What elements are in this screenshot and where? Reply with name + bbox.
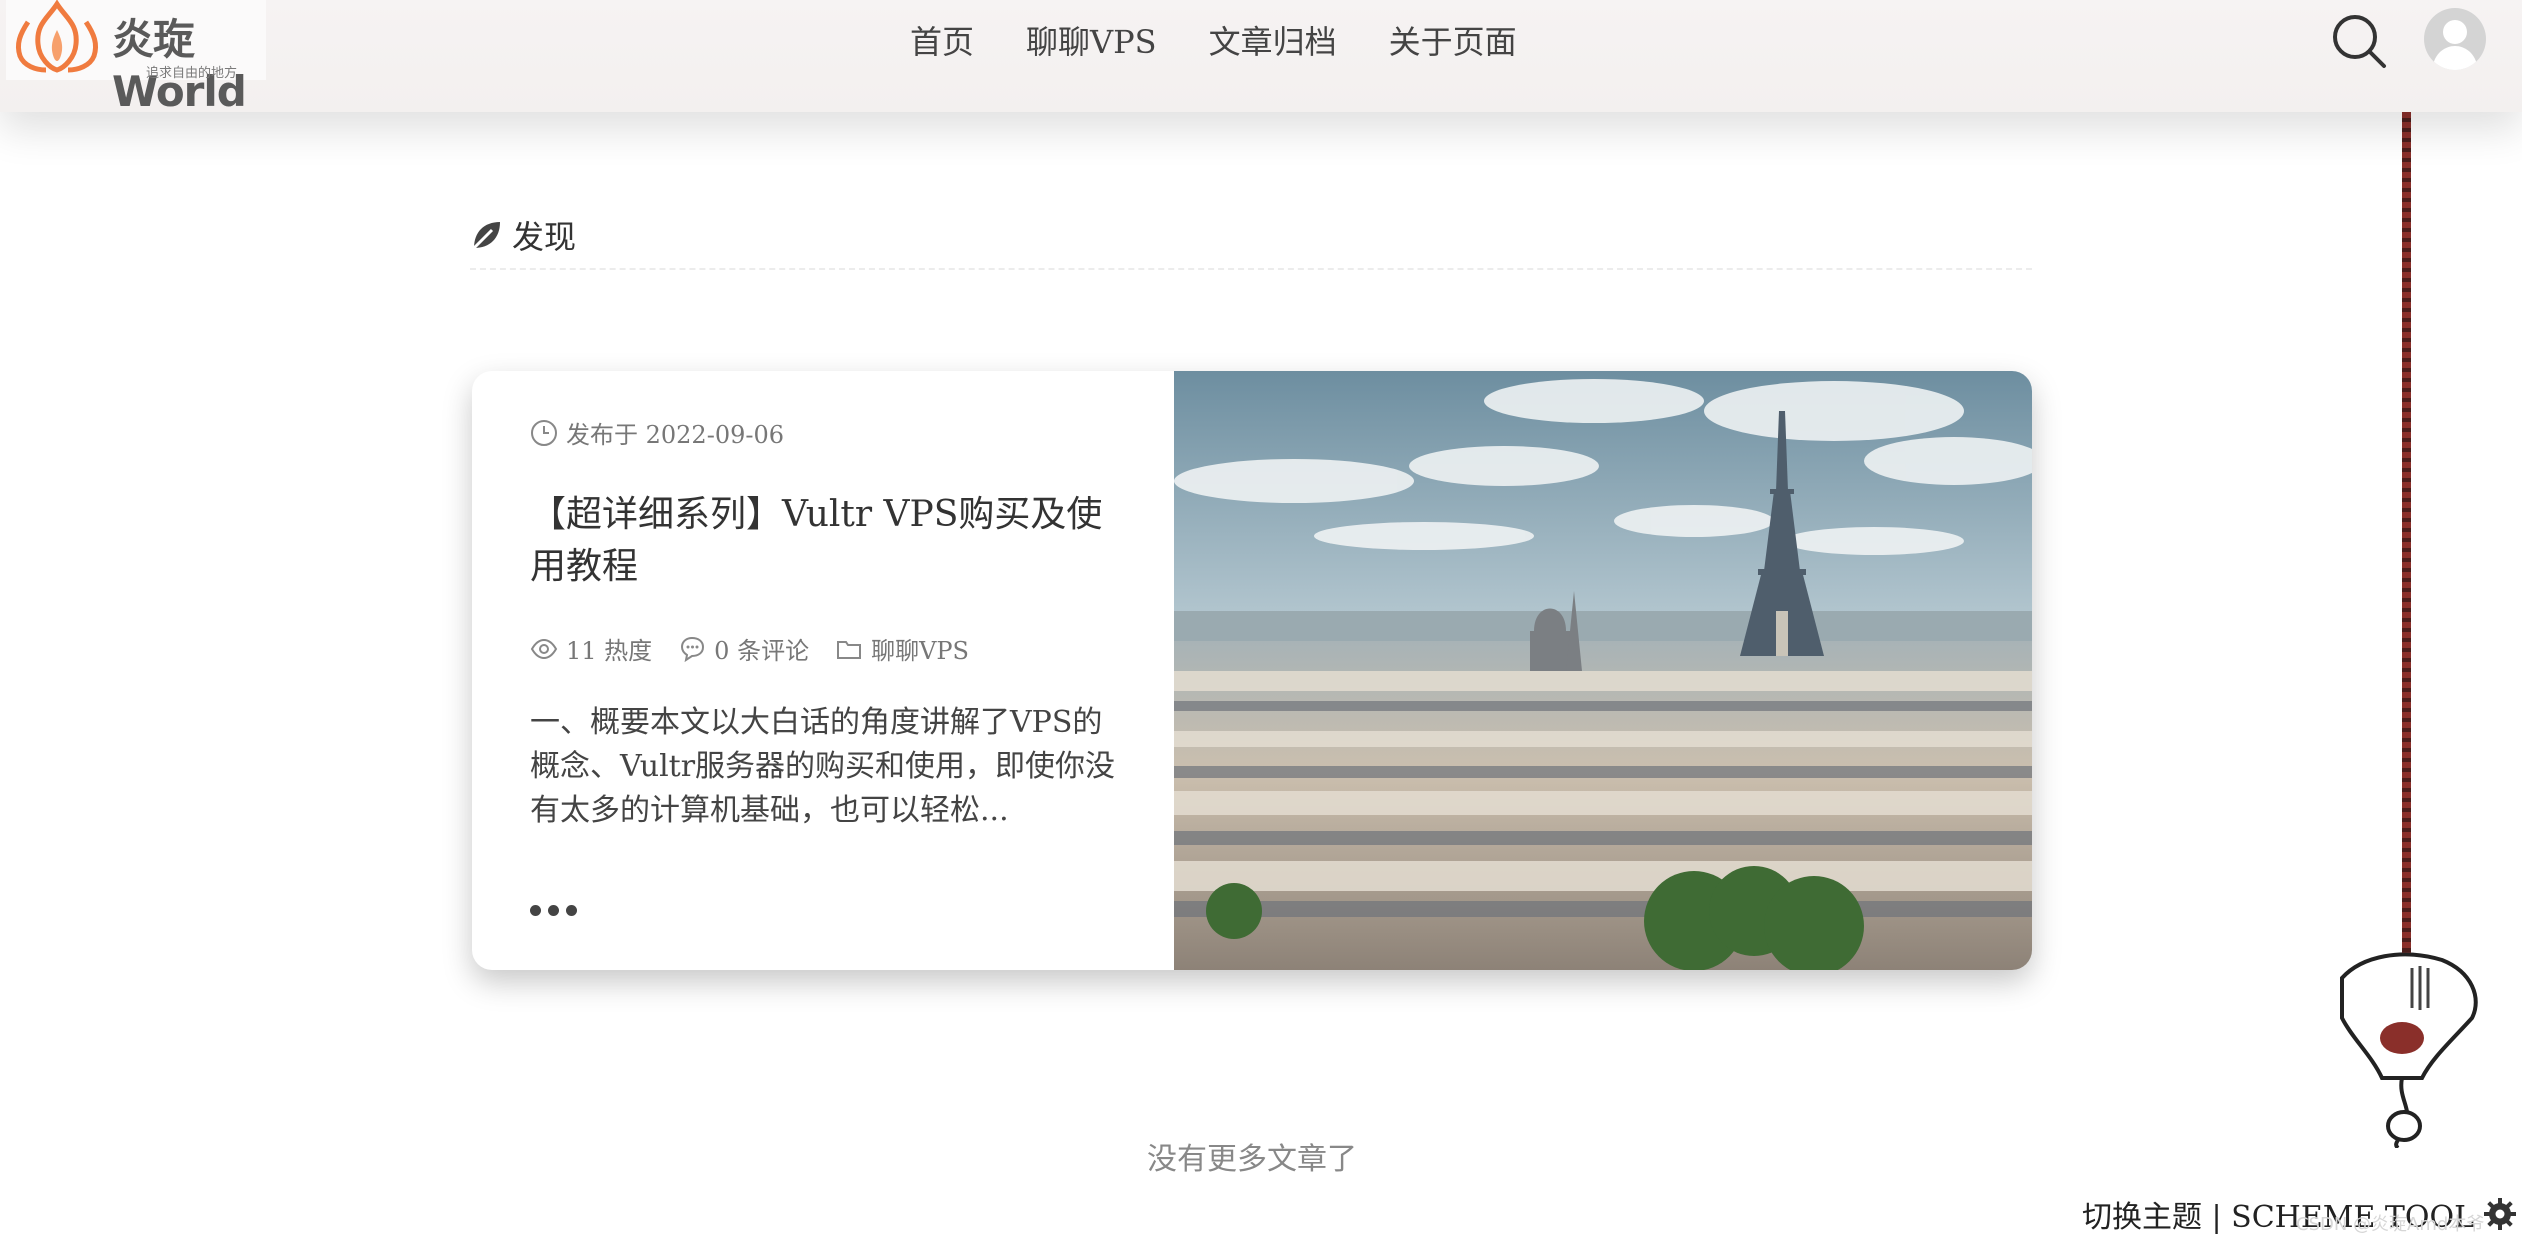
logo-slogan: 追求自由的地方 (146, 66, 238, 81)
post-card[interactable]: 发布于 2022-09-06 【超详细系列】Vultr VPS购买及使用教程 1… (472, 371, 2032, 970)
post-comments[interactable]: 0 条评论 (678, 631, 809, 666)
post-views-text: 11 热度 (566, 637, 653, 665)
post-date: 发布于 2022-09-06 (530, 415, 784, 450)
post-category[interactable]: 聊聊VPS (835, 631, 969, 666)
gear-icon (2484, 1198, 2517, 1230)
post-card-content: 发布于 2022-09-06 【超详细系列】Vultr VPS购买及使用教程 1… (472, 371, 1174, 970)
leaf-icon (472, 222, 500, 250)
comment-icon (681, 636, 705, 662)
back-to-top-cat-icon[interactable] (2332, 948, 2482, 1148)
clock-icon (531, 419, 557, 446)
flame-logo-icon (15, 0, 99, 73)
more-dot (530, 905, 541, 916)
nav-item-vps[interactable]: 聊聊VPS (1026, 18, 1157, 66)
nav-item-archive[interactable]: 文章归档 (1209, 18, 1337, 66)
nav-item-home[interactable]: 首页 (910, 18, 974, 66)
section-header: 发现 (470, 210, 2032, 270)
post-views: 11 热度 (530, 631, 652, 666)
main-nav: 首页 聊聊VPS 文章归档 关于页面 (910, 18, 1517, 66)
more-button[interactable] (530, 905, 577, 916)
nav-item-about[interactable]: 关于页面 (1389, 18, 1517, 66)
more-dot (566, 905, 577, 916)
watermark-text: CSDN @炎琁Amd本爷 (2296, 1214, 2485, 1235)
post-category-text: 聊聊VPS (871, 637, 969, 665)
eye-icon (530, 638, 558, 659)
post-cover-image[interactable] (1174, 371, 2032, 970)
post-stats: 11 热度 0 条评论 聊聊VPS (530, 631, 969, 666)
no-more-posts: 没有更多文章了 (1147, 1142, 1357, 1177)
post-title[interactable]: 【超详细系列】Vultr VPS购买及使用教程 (530, 489, 1130, 593)
user-avatar-icon[interactable] (2424, 8, 2486, 70)
more-dot (548, 905, 559, 916)
post-comments-text: 0 条评论 (714, 637, 810, 665)
search-icon[interactable] (2330, 12, 2388, 70)
post-date-text: 发布于 2022-09-06 (566, 421, 785, 449)
person-icon (2432, 20, 2478, 70)
logo-text: 炎琁World (112, 15, 247, 116)
site-logo[interactable]: 炎琁World 追求自由的地方 (6, 0, 266, 116)
rope-decoration (2402, 112, 2411, 954)
site-header: 炎琁World 追求自由的地方 首页 聊聊VPS 文章归档 关于页面 (0, 0, 2522, 116)
folder-icon (837, 640, 862, 659)
section-title: 发现 (512, 218, 577, 256)
post-excerpt: 一、概要本文以大白话的角度讲解了VPS的概念、Vultr服务器的购买和使用，即使… (530, 705, 1116, 828)
